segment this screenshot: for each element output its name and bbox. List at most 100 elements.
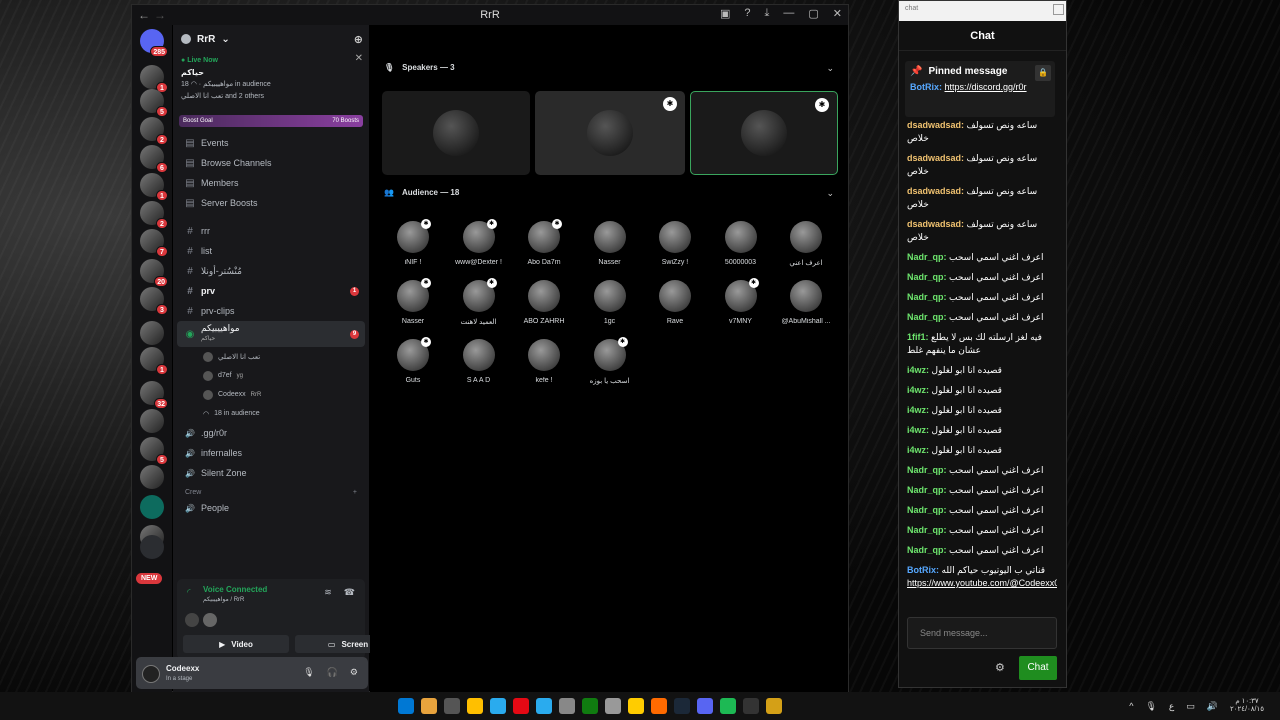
speaker-tile[interactable]: ✱	[535, 91, 685, 175]
maximize-icon[interactable]: ▢	[808, 7, 818, 20]
server-icon[interactable]	[140, 465, 164, 489]
forward-arrow-icon[interactable]: →	[154, 8, 166, 22]
audience-member[interactable]: ABO ZAHRH	[509, 280, 579, 325]
mic-icon[interactable]: 🎙	[1145, 701, 1156, 712]
audience-header[interactable]: 👥 Audience — 18	[384, 188, 459, 197]
gear-icon[interactable]: ⚙	[995, 661, 1005, 674]
audience-member[interactable]: ✱ اسحب يا بوزه	[575, 337, 645, 385]
audience-member[interactable]: 50000003	[706, 221, 776, 266]
audience-member[interactable]: SwiZzy !	[640, 221, 710, 266]
server-icon[interactable]	[140, 321, 164, 345]
telegram-icon[interactable]	[490, 698, 506, 714]
server-icon[interactable]: 1	[140, 65, 168, 93]
server-icon[interactable]	[140, 495, 164, 519]
close-icon[interactable]	[1053, 4, 1064, 15]
pinned-link[interactable]: https://discord.gg/r0r	[945, 82, 1027, 92]
clock[interactable]: ١٠:٣٧ م ٢٠٢٤/٠٨/١٥	[1230, 698, 1264, 714]
audience-member[interactable]: S A A D	[444, 339, 514, 384]
audience-member[interactable]: ✱ العميد لاهنت	[444, 278, 514, 326]
stage-member[interactable]: d7ef yg	[177, 366, 365, 385]
start-icon[interactable]	[398, 698, 414, 714]
message-input[interactable]: Send message...	[907, 617, 1057, 649]
boost-goal-bar[interactable]: Boost Goal 70 Boosts	[179, 115, 363, 127]
help-icon[interactable]: ?	[744, 7, 750, 20]
server-icon[interactable]: 6	[140, 145, 168, 173]
avatar[interactable]	[142, 665, 160, 683]
audience-member[interactable]: ✱ iNIF !	[378, 219, 448, 266]
nav-item-members[interactable]: ▤ Members	[177, 173, 365, 193]
voice-channel-item[interactable]: 🔊 Silent Zone	[177, 463, 365, 483]
obs-icon[interactable]	[559, 698, 575, 714]
netflix-icon[interactable]	[513, 698, 529, 714]
category-header[interactable]: Crew +	[177, 483, 365, 498]
server-icon[interactable]: 5	[140, 89, 168, 117]
audience-member[interactable]: @AbuMishall ...	[771, 280, 841, 325]
voice-channel-item[interactable]: 🔊 infernalles	[177, 443, 365, 463]
nav-item-events[interactable]: ▤ Events	[177, 133, 365, 153]
noise-suppression-icon[interactable]: ≋	[324, 587, 332, 598]
channel-item[interactable]: # list	[177, 241, 365, 261]
stage-member[interactable]: تعب انا الاصلي	[177, 347, 365, 366]
voice-channel-item[interactable]: 🔊 .gg/r0r	[177, 423, 365, 443]
add-channel-icon[interactable]: +	[353, 489, 357, 496]
audience-member[interactable]: Nasser	[575, 221, 645, 266]
channel-item[interactable]: # prv 1	[177, 281, 365, 301]
server-icon[interactable]: 2	[140, 201, 168, 229]
server-icon[interactable]	[140, 409, 164, 433]
app-icon[interactable]	[651, 698, 667, 714]
voice-channel[interactable]: مواهييبيكم / RrR	[203, 595, 267, 605]
app-icon[interactable]	[605, 698, 621, 714]
nav-item-browse-channels[interactable]: ▤ Browse Channels	[177, 153, 365, 173]
video-button[interactable]: ▶ Video	[183, 635, 289, 653]
steam-icon[interactable]	[674, 698, 690, 714]
close-icon[interactable]: ✕	[833, 7, 842, 20]
stage-member[interactable]: Codeexx RrR	[177, 385, 365, 404]
audience-member[interactable]: kefe !	[509, 339, 579, 384]
audience-member[interactable]: ✱ v7MNY	[706, 278, 776, 325]
server-icon[interactable]: 1	[140, 347, 168, 375]
telegram-icon[interactable]	[536, 698, 552, 714]
download-icon[interactable]: ⤓	[765, 7, 770, 20]
disconnect-icon[interactable]: ☎	[344, 587, 355, 598]
server-icon[interactable]: 285	[140, 29, 168, 57]
speaker-tile[interactable]: ✱	[690, 91, 838, 175]
server-icon[interactable]: 3	[140, 287, 168, 315]
chat-link[interactable]: https://www.youtube.com/@Codeexx0/featur…	[907, 578, 1057, 588]
app-icon[interactable]	[766, 698, 782, 714]
server-icon[interactable]: 20	[140, 259, 168, 287]
headphones-icon[interactable]: 🎧	[327, 667, 338, 678]
language-indicator[interactable]: ع	[1169, 701, 1174, 712]
add-member-icon[interactable]: ⊕	[354, 33, 363, 46]
spotify-icon[interactable]	[720, 698, 736, 714]
voice-channel-item[interactable]: 🔊 People	[177, 498, 365, 518]
send-chat-button[interactable]: Chat	[1019, 656, 1057, 680]
chevron-up-icon[interactable]: ^	[1129, 701, 1133, 711]
mic-icon[interactable]: 🎙	[303, 667, 314, 678]
audience-member[interactable]: ✱ Nasser	[378, 278, 448, 325]
server-icon[interactable]: 5	[140, 437, 168, 465]
xbox-icon[interactable]	[582, 698, 598, 714]
minimize-icon[interactable]: —	[783, 7, 794, 20]
store-icon[interactable]	[467, 698, 483, 714]
audience-member[interactable]: اعرف اعني	[771, 221, 841, 267]
chevron-down-icon[interactable]: ⌄	[826, 188, 834, 199]
audience-member[interactable]: ✱ Abo Da7m	[509, 219, 579, 266]
close-icon[interactable]: ✕	[355, 53, 363, 65]
stage-channel-item[interactable]: ◉ مواهييبيكم حياكم 9	[177, 321, 365, 347]
chrome-icon[interactable]	[421, 698, 437, 714]
network-icon[interactable]: ▭	[1186, 701, 1195, 712]
server-icon[interactable]: 2	[140, 117, 168, 145]
audience-member[interactable]: Rave	[640, 280, 710, 325]
audience-member[interactable]: ✱ Guts	[378, 337, 448, 384]
inbox-icon[interactable]: ▣	[720, 7, 730, 20]
server-icon[interactable]: 32	[140, 381, 168, 409]
explorer-icon[interactable]	[444, 698, 460, 714]
app-icon[interactable]	[628, 698, 644, 714]
speakers-header[interactable]: 🎙 Speakers — 3	[384, 63, 455, 72]
gear-icon[interactable]: ⚙	[350, 667, 358, 678]
server-icon[interactable]: 1	[140, 173, 168, 201]
server-header[interactable]: RrR ⌄ ⊕	[173, 25, 369, 53]
nav-item-server-boosts[interactable]: ▤ Server Boosts	[177, 193, 365, 213]
live-stage-card[interactable]: ● Live Now حياكم مواهييبيكم · ◠ 18 in au…	[173, 53, 369, 105]
audience-member[interactable]: ✱ www@Dexter !	[444, 219, 514, 266]
